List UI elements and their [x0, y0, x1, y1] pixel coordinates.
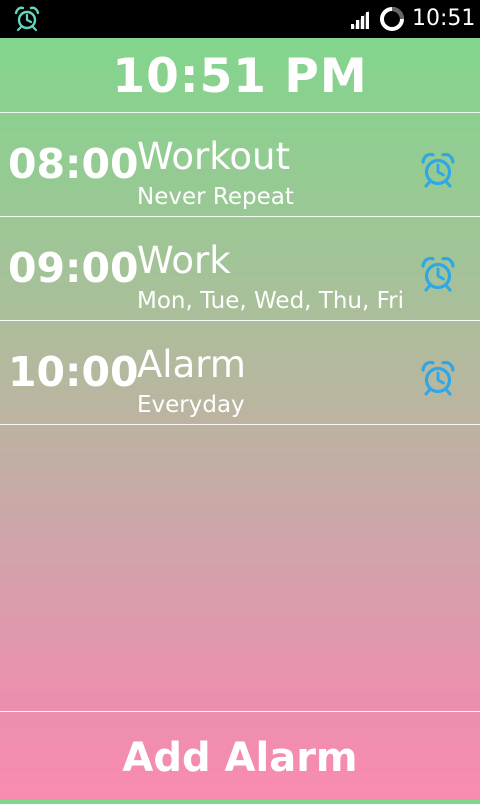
alarm-time: 10:00: [8, 348, 139, 396]
current-time: 10:51 PM: [112, 49, 368, 104]
signal-icon: [351, 10, 369, 29]
alarm-clock-icon[interactable]: [419, 151, 457, 189]
status-bar: 10:51: [0, 0, 480, 38]
footer: Add Alarm: [0, 711, 480, 801]
alarm-repeat: Never Repeat: [137, 184, 294, 210]
header: 10:51 PM: [0, 38, 480, 113]
alarm-clock-icon[interactable]: [419, 255, 457, 293]
alarm-repeat: Mon, Tue, Wed, Thu, Fri: [137, 288, 405, 314]
alarm-item[interactable]: 09:00 Work Mon, Tue, Wed, Thu, Fri: [0, 217, 480, 321]
alarm-repeat: Everyday: [137, 392, 245, 418]
alarm-name: Work: [137, 239, 231, 282]
sync-icon: [380, 7, 404, 31]
add-alarm-button[interactable]: Add Alarm: [0, 712, 480, 801]
status-time: 10:51: [412, 6, 476, 31]
alarm-clock-icon[interactable]: [419, 359, 457, 397]
alarm-list: 08:00 Workout Never Repeat 09:00 Work Mo…: [0, 113, 480, 425]
alarm-icon: [14, 6, 40, 32]
alarm-name: Workout: [137, 135, 290, 178]
alarm-name: Alarm: [137, 343, 246, 386]
alarm-time: 08:00: [8, 140, 139, 188]
alarm-time: 09:00: [8, 244, 139, 292]
alarm-item[interactable]: 10:00 Alarm Everyday: [0, 321, 480, 425]
alarm-item[interactable]: 08:00 Workout Never Repeat: [0, 113, 480, 217]
